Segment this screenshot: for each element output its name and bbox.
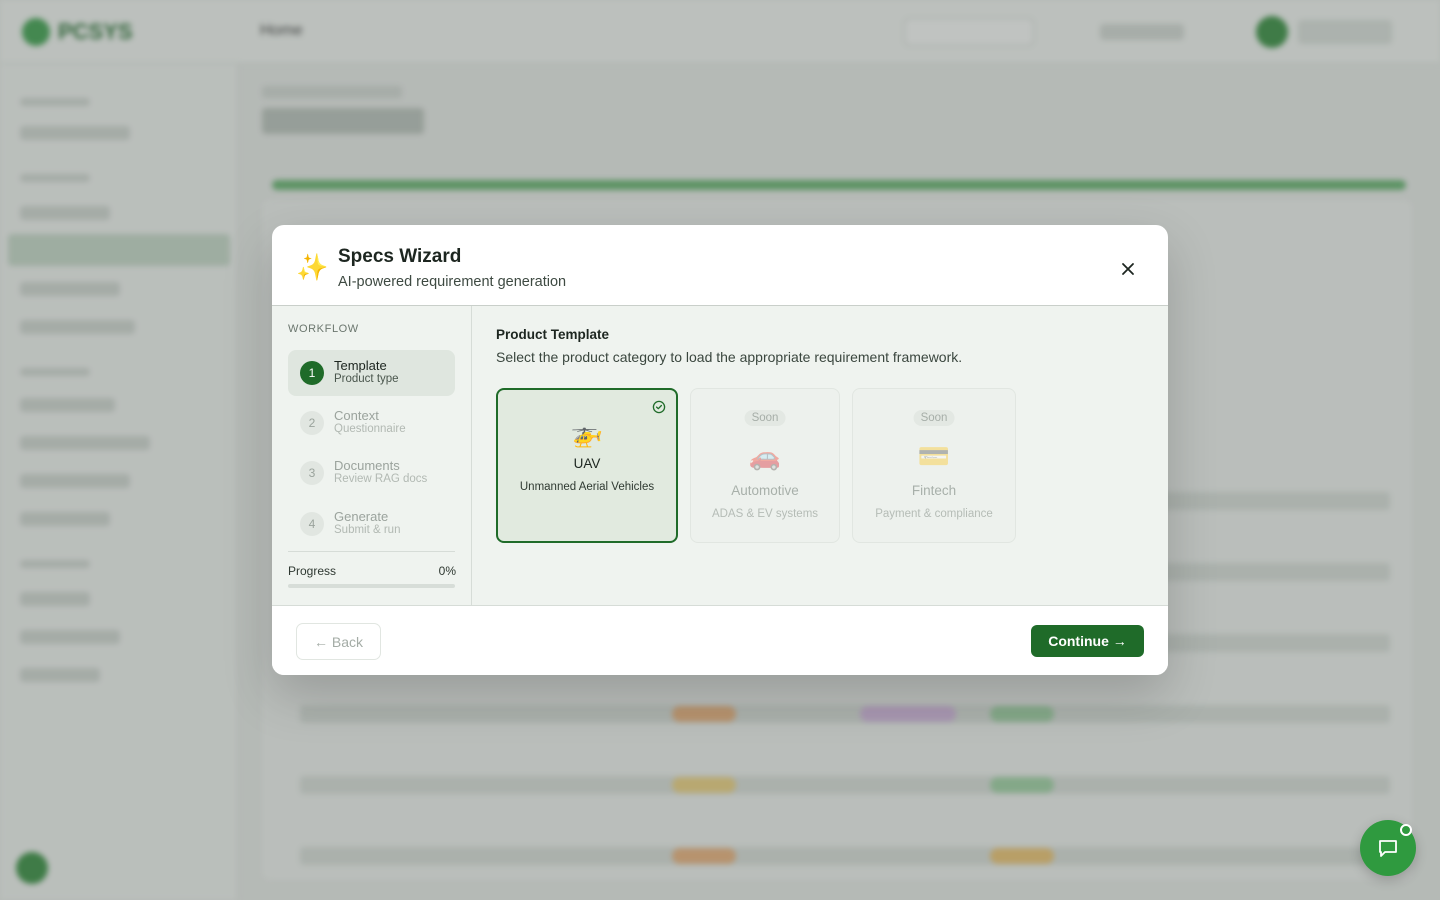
- step-context[interactable]: 2 Context Questionnaire: [288, 400, 455, 446]
- modal-body: WORKFLOW 1 Template Product type 2 Conte…: [272, 306, 1168, 605]
- step-documents[interactable]: 3 Documents Review RAG docs: [288, 450, 455, 496]
- template-card-automotive: Soon 🚗 Automotive ADAS & EV systems: [690, 388, 840, 543]
- card-description: ADAS & EV systems: [711, 508, 819, 520]
- helicopter-icon: 🚁: [570, 418, 604, 448]
- specs-wizard-modal: ✨ Specs Wizard AI-powered requirement ge…: [272, 225, 1168, 675]
- workflow-sidebar: WORKFLOW 1 Template Product type 2 Conte…: [272, 306, 472, 605]
- progress-bar: [288, 584, 455, 588]
- modal-footer: ← Back Continue →: [272, 605, 1168, 675]
- modal-title: Specs Wizard: [338, 246, 462, 267]
- continue-button[interactable]: Continue →: [1031, 625, 1144, 657]
- content-title: Product Template: [496, 327, 610, 342]
- card-name: Automotive: [731, 483, 799, 498]
- sparkles-icon: ✨: [296, 252, 329, 282]
- card-description: Unmanned Aerial Vehicles: [519, 481, 655, 493]
- modal-header: ✨ Specs Wizard AI-powered requirement ge…: [272, 225, 1168, 306]
- step-title: Template: [334, 358, 387, 373]
- step-number: 3: [300, 461, 324, 485]
- credit-card-icon: 💳: [917, 441, 951, 471]
- card-name: Fintech: [911, 483, 957, 498]
- sidebar-divider: [288, 551, 455, 552]
- car-icon: 🚗: [748, 441, 782, 471]
- back-button[interactable]: ← Back: [296, 623, 381, 660]
- step-title: Documents: [334, 458, 400, 473]
- step-subtitle: Review RAG docs: [334, 473, 428, 485]
- progress-value: 0%: [438, 564, 456, 578]
- check-circle-icon: [652, 400, 666, 414]
- step-number: 2: [300, 411, 324, 435]
- step-number: 4: [300, 512, 324, 536]
- chat-bubble-icon: [1379, 840, 1397, 857]
- close-icon: [1122, 263, 1134, 275]
- content-description: Select the product category to load the …: [496, 349, 963, 365]
- workflow-heading: WORKFLOW: [288, 323, 359, 335]
- step-subtitle: Submit & run: [334, 524, 401, 536]
- soon-badge: Soon: [744, 410, 786, 426]
- step-number: 1: [300, 361, 324, 385]
- close-button[interactable]: [1114, 255, 1142, 283]
- step-generate[interactable]: 4 Generate Submit & run: [288, 501, 455, 547]
- notification-dot: [1400, 824, 1412, 836]
- soon-badge: Soon: [913, 410, 955, 426]
- modal-subtitle: AI-powered requirement generation: [338, 274, 567, 290]
- wizard-content: Product Template Select the product cate…: [496, 306, 1156, 605]
- template-card-uav[interactable]: 🚁 UAV Unmanned Aerial Vehicles: [496, 388, 678, 543]
- step-subtitle: Questionnaire: [334, 423, 406, 435]
- card-description: Payment & compliance: [875, 508, 993, 520]
- step-template[interactable]: 1 Template Product type: [288, 350, 455, 396]
- step-subtitle: Product type: [334, 373, 399, 385]
- template-card-fintech: Soon 💳 Fintech Payment & compliance: [852, 388, 1016, 543]
- card-name: UAV: [573, 456, 601, 471]
- step-title: Generate: [334, 509, 389, 524]
- step-title: Context: [334, 408, 379, 423]
- progress-label: Progress: [288, 564, 337, 578]
